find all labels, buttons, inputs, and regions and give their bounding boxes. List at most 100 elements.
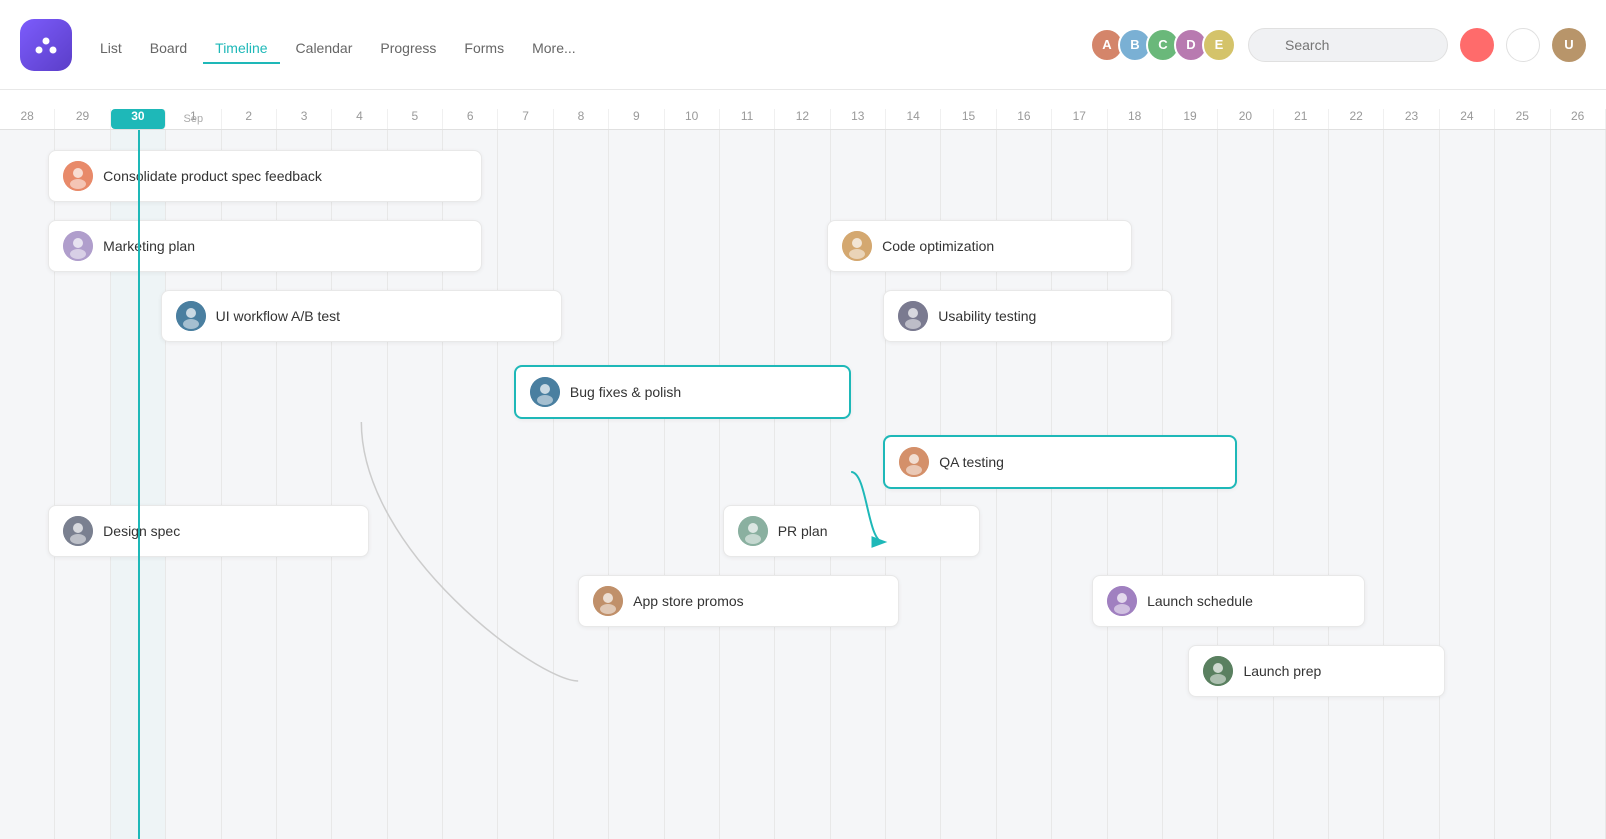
task-card-pr-plan[interactable]: PR plan <box>723 505 980 557</box>
date-cell-12: 12 <box>775 109 830 129</box>
help-button[interactable] <box>1506 28 1540 62</box>
team-avatar-5[interactable]: E <box>1202 28 1236 62</box>
task-label-code-optimization: Code optimization <box>882 238 994 254</box>
header: List Board Timeline Calendar Progress Fo… <box>0 0 1606 90</box>
grid-col-12 <box>775 130 830 839</box>
task-avatar-launch-schedule <box>1107 586 1137 616</box>
task-card-qa-testing[interactable]: QA testing <box>883 435 1236 489</box>
date-cell-29: 29 <box>55 109 110 129</box>
task-card-consolidate[interactable]: Consolidate product spec feedback <box>48 150 482 202</box>
task-card-code-optimization[interactable]: Code optimization <box>827 220 1132 272</box>
task-card-marketing-plan[interactable]: Marketing plan <box>48 220 482 272</box>
task-label-app-store-promos: App store promos <box>633 593 744 609</box>
task-card-ui-workflow[interactable]: UI workflow A/B test <box>161 290 563 342</box>
grid-col-23 <box>1384 130 1439 839</box>
tab-more[interactable]: More... <box>520 34 588 64</box>
task-card-usability-testing[interactable]: Usability testing <box>883 290 1172 342</box>
date-cell-28: 28 <box>0 109 55 129</box>
date-cell-10: 10 <box>665 109 720 129</box>
task-avatar-marketing-plan <box>63 231 93 261</box>
tab-calendar[interactable]: Calendar <box>284 34 365 64</box>
task-label-pr-plan: PR plan <box>778 523 828 539</box>
grid-col-9 <box>609 130 664 839</box>
task-card-app-store-promos[interactable]: App store promos <box>578 575 899 627</box>
tab-forms[interactable]: Forms <box>452 34 516 64</box>
grid-col-11 <box>720 130 775 839</box>
date-cell-24: 24 <box>1440 109 1495 129</box>
grid-col-24 <box>1440 130 1495 839</box>
date-cell-21: 21 <box>1274 109 1329 129</box>
task-label-launch-schedule: Launch schedule <box>1147 593 1253 609</box>
grid-col-28 <box>0 130 55 839</box>
task-avatar-consolidate <box>63 161 93 191</box>
header-center: List Board Timeline Calendar Progress Fo… <box>88 26 1074 64</box>
date-cell-25: 25 <box>1495 109 1550 129</box>
grid-col-25 <box>1495 130 1550 839</box>
date-cell-2: 2 <box>222 109 277 129</box>
task-label-marketing-plan: Marketing plan <box>103 238 195 254</box>
task-label-design-spec: Design spec <box>103 523 180 539</box>
date-cell-14: 14 <box>886 109 941 129</box>
date-cell-16: 16 <box>997 109 1052 129</box>
search-container: 🔍 <box>1248 28 1448 62</box>
task-label-bug-fixes: Bug fixes & polish <box>570 384 681 400</box>
tab-board[interactable]: Board <box>138 34 199 64</box>
task-card-bug-fixes[interactable]: Bug fixes & polish <box>514 365 851 419</box>
date-cell-26: 26 <box>1551 109 1606 129</box>
date-cell-4: 4 <box>332 109 387 129</box>
date-cell-5: 5 <box>388 109 443 129</box>
search-input[interactable] <box>1248 28 1448 62</box>
task-card-launch-schedule[interactable]: Launch schedule <box>1092 575 1365 627</box>
tab-progress[interactable]: Progress <box>368 34 448 64</box>
date-cell-30: 30 <box>111 109 166 129</box>
task-avatar-bug-fixes <box>530 377 560 407</box>
timeline-area: 282930Sep1234567891011121314151617181920… <box>0 90 1606 839</box>
task-avatar-design-spec <box>63 516 93 546</box>
grid-col-8 <box>554 130 609 839</box>
task-label-consolidate: Consolidate product spec feedback <box>103 168 322 184</box>
grid-col-26 <box>1551 130 1606 839</box>
task-label-ui-workflow: UI workflow A/B test <box>216 308 340 324</box>
grid-col-21 <box>1274 130 1329 839</box>
date-cell-7: 7 <box>498 109 553 129</box>
date-cell-11: 11 <box>720 109 775 129</box>
task-avatar-usability-testing <box>898 301 928 331</box>
date-cell-18: 18 <box>1108 109 1163 129</box>
date-cell-13: 13 <box>831 109 886 129</box>
task-label-qa-testing: QA testing <box>939 454 1004 470</box>
date-cell-15: 15 <box>941 109 996 129</box>
task-avatar-app-store-promos <box>593 586 623 616</box>
grid-col-10 <box>665 130 720 839</box>
task-label-launch-prep: Launch prep <box>1243 663 1321 679</box>
today-line <box>138 130 140 839</box>
header-right: A B C D E 🔍 U <box>1090 28 1586 62</box>
date-cell-9: 9 <box>609 109 664 129</box>
task-avatar-qa-testing <box>899 447 929 477</box>
task-avatar-code-optimization <box>842 231 872 261</box>
date-cell-23: 23 <box>1384 109 1439 129</box>
grid-col-22 <box>1329 130 1384 839</box>
task-avatar-pr-plan <box>738 516 768 546</box>
app-icon[interactable] <box>20 19 72 71</box>
date-cell-20: 20 <box>1218 109 1273 129</box>
add-button[interactable] <box>1460 28 1494 62</box>
user-avatar[interactable]: U <box>1552 28 1586 62</box>
task-card-design-spec[interactable]: Design spec <box>48 505 369 557</box>
nav-tabs: List Board Timeline Calendar Progress Fo… <box>88 34 1074 64</box>
task-avatar-launch-prep <box>1203 656 1233 686</box>
date-cell-6: 6 <box>443 109 498 129</box>
task-avatar-ui-workflow <box>176 301 206 331</box>
date-cell-19: 19 <box>1163 109 1218 129</box>
tab-timeline[interactable]: Timeline <box>203 34 279 64</box>
date-cell-8: 8 <box>554 109 609 129</box>
grid-col-7 <box>498 130 553 839</box>
tab-list[interactable]: List <box>88 34 134 64</box>
date-cell-1: Sep1 <box>166 109 221 129</box>
task-card-launch-prep[interactable]: Launch prep <box>1188 645 1445 697</box>
date-cell-3: 3 <box>277 109 332 129</box>
date-cell-22: 22 <box>1329 109 1384 129</box>
date-ruler: 282930Sep1234567891011121314151617181920… <box>0 90 1606 130</box>
task-label-usability-testing: Usability testing <box>938 308 1036 324</box>
date-cell-17: 17 <box>1052 109 1107 129</box>
team-avatars: A B C D E <box>1090 28 1236 62</box>
